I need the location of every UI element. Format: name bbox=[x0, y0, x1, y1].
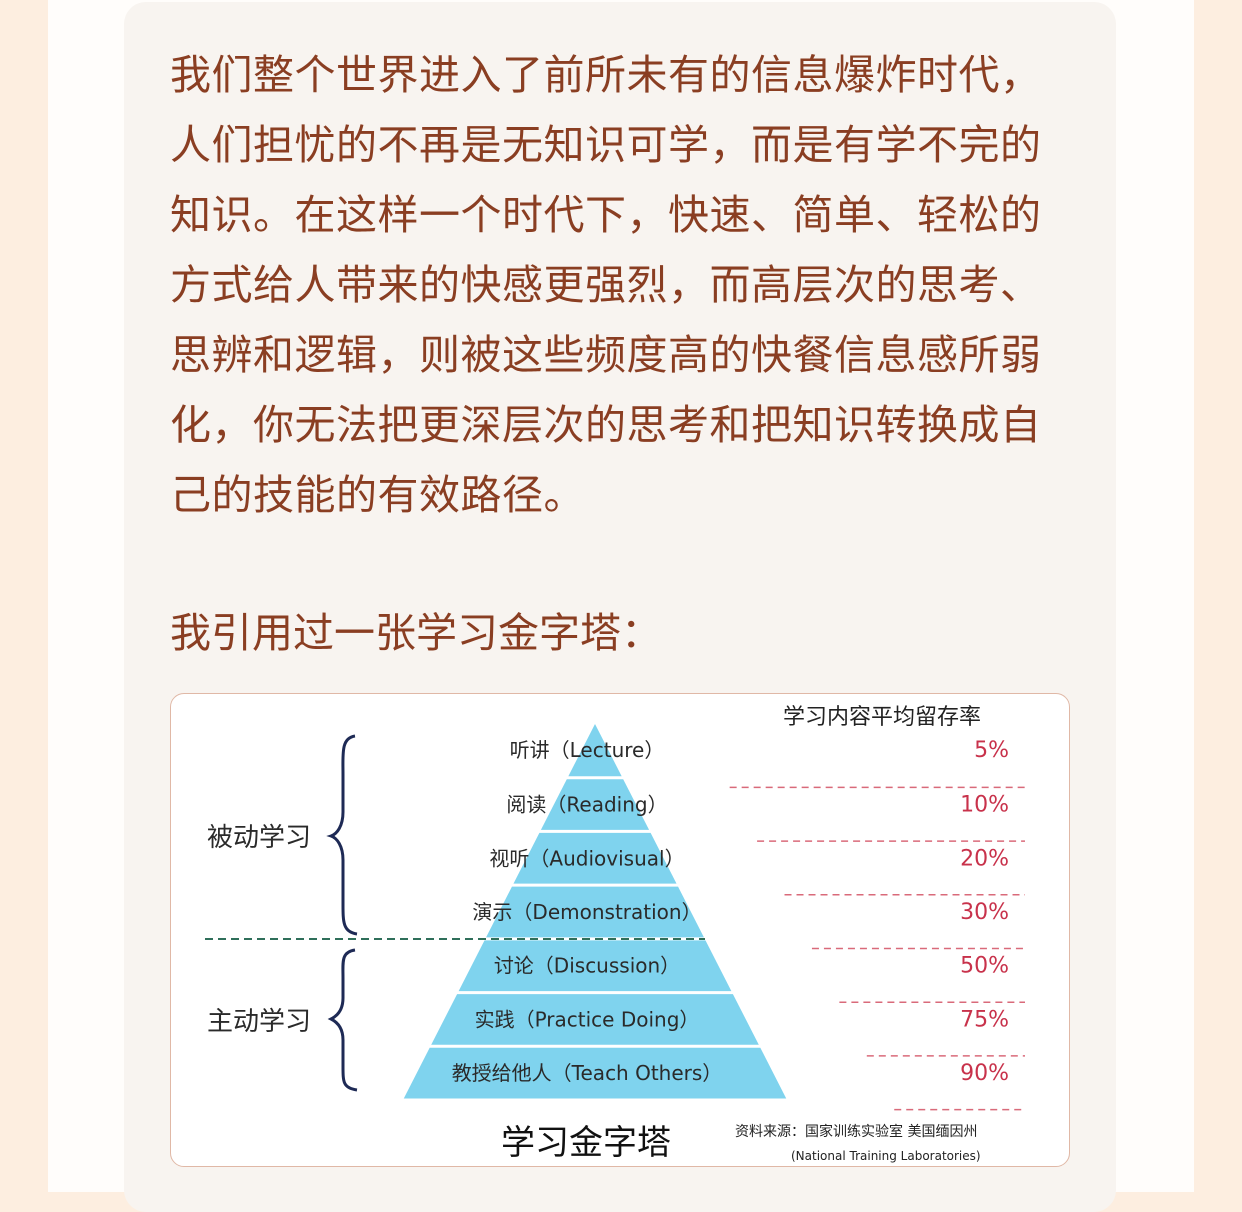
retention-percent: 30% bbox=[960, 900, 1009, 925]
source-line-1: 资料来源：国家训练实验室 美国缅因州 bbox=[735, 1123, 977, 1140]
pyramid-level-label: 听讲（Lecture） bbox=[510, 738, 665, 762]
retention-percent: 50% bbox=[960, 954, 1009, 979]
pyramid-level-label: 演示（Demonstration） bbox=[472, 900, 701, 924]
retention-percent: 75% bbox=[960, 1007, 1009, 1032]
article-paragraph: 我们整个世界进入了前所未有的信息爆炸时代，人们担忧的不再是无知识可学，而是有学不… bbox=[170, 51, 1042, 519]
retention-percent: 10% bbox=[960, 793, 1009, 818]
pyramid-level-label: 视听（Audiovisual） bbox=[489, 846, 684, 870]
active-learning-label: 主动学习 bbox=[207, 1007, 311, 1037]
pyramid-level-label: 讨论（Discussion） bbox=[494, 954, 680, 978]
source-line-2: (National Training Laboratories) bbox=[791, 1149, 981, 1163]
pyramid-title: 学习金字塔 bbox=[501, 1123, 671, 1163]
pyramid-intro: 我引用过一张学习金字塔： bbox=[170, 609, 662, 657]
passive-learning-label: 被动学习 bbox=[207, 823, 311, 853]
retention-header: 学习内容平均留存率 bbox=[783, 705, 981, 730]
learning-pyramid-svg: 学习内容平均留存率 听讲（Lecture） 阅读（Reading） 视听（Audio… bbox=[205, 705, 1025, 1163]
retention-percent: 5% bbox=[974, 738, 1009, 763]
retention-percent: 90% bbox=[960, 1061, 1009, 1086]
pyramid-level-label: 实践（Practice Doing） bbox=[475, 1007, 700, 1031]
pyramid-level-label: 教授给他人（Teach Others） bbox=[452, 1061, 723, 1085]
retention-percent: 20% bbox=[960, 846, 1009, 871]
passive-brace bbox=[326, 734, 358, 936]
active-brace bbox=[327, 948, 358, 1092]
pyramid-level-label: 阅读（Reading） bbox=[506, 793, 667, 817]
learning-pyramid-figure: 学习内容平均留存率 听讲（Lecture） 阅读（Reading） 视听（Audio… bbox=[170, 693, 1070, 1167]
